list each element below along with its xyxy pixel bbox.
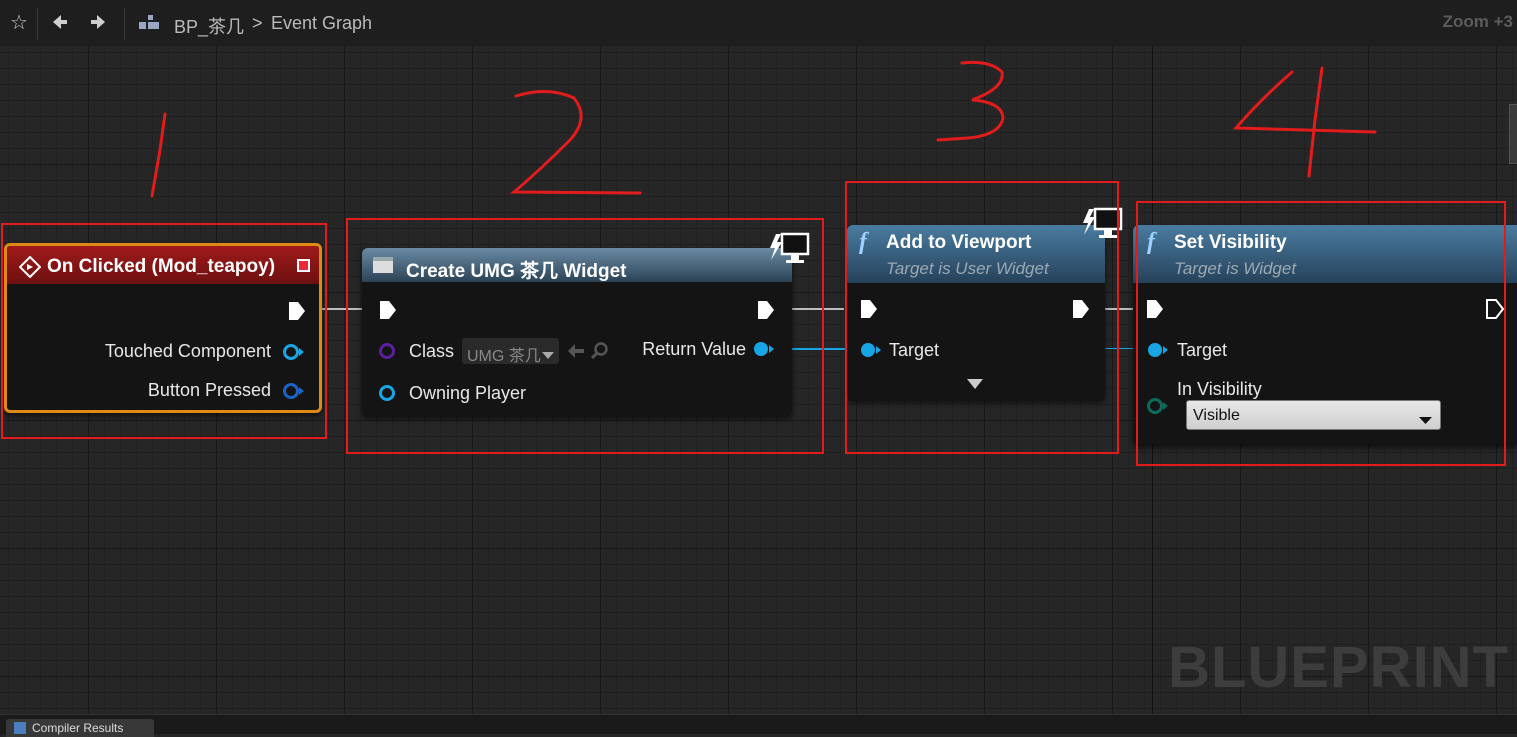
annotation-number-3 [936,60,1005,142]
annotation-label-3: 3 [970,109,971,111]
annotation-number-2 [509,90,642,195]
annotation-label-1: 1 [152,159,153,161]
annotation-label-2: 2 [560,159,561,161]
annotation-label-4: 4 [1300,119,1301,121]
bottom-panel-tabs: Compiler Results [0,714,1517,737]
handwritten-annotations: 1 2 3 4 [150,60,1377,198]
annotation-number-1 [150,112,167,198]
annotation-number-4 [1232,66,1377,178]
tab-compiler-results[interactable]: Compiler Results [6,719,154,737]
compiler-results-icon [14,722,26,734]
